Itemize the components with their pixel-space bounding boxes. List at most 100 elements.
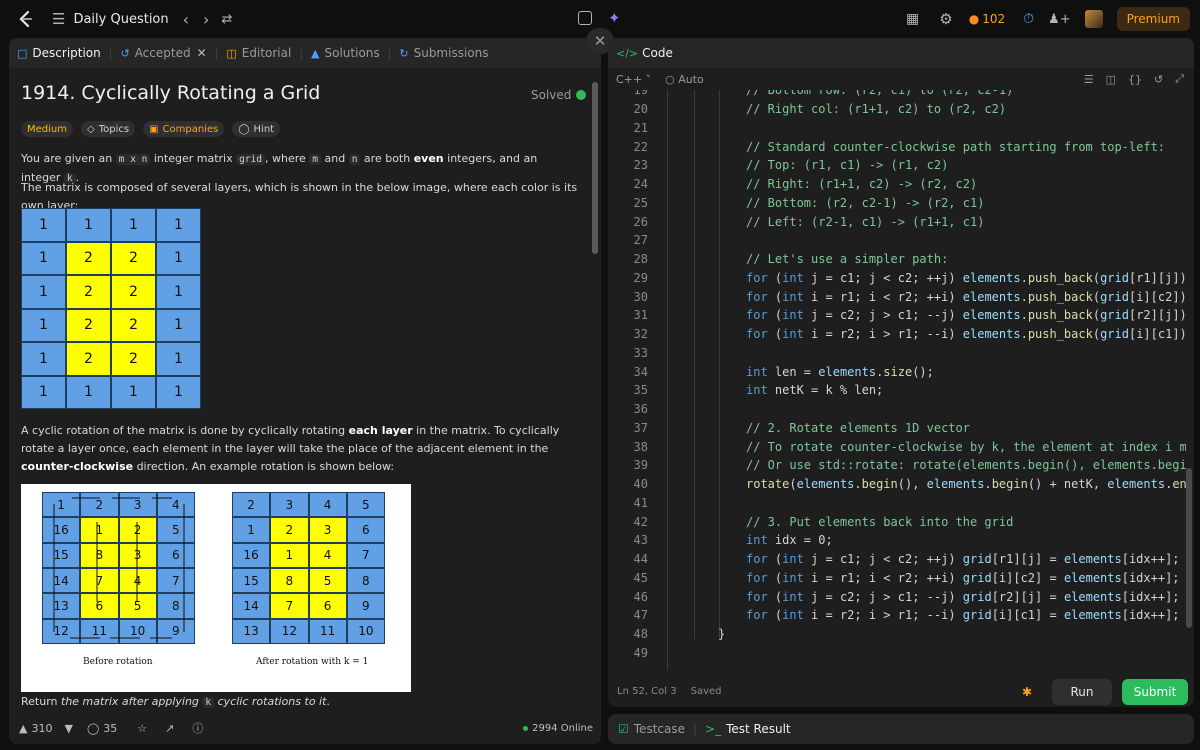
- tab-editorial[interactable]: ◫ Editorial: [218, 38, 299, 68]
- format-icon[interactable]: ☰: [1084, 73, 1094, 86]
- timer-icon[interactable]: ⏱: [1023, 11, 1034, 27]
- star-icon[interactable]: ☆: [137, 722, 147, 735]
- tab-solutions[interactable]: ▲ Solutions: [303, 38, 388, 68]
- bookmark-icon[interactable]: ◫: [1106, 73, 1116, 86]
- solved-status: Solved: [531, 88, 587, 102]
- reset-icon[interactable]: ↺: [1154, 73, 1163, 86]
- code-text: for (int j = c1; j < c2; ++j) grid[r1][j…: [746, 552, 1180, 567]
- code-line: 46 for (int j = c2; j > c1; --j) grid[r2]…: [608, 587, 1186, 606]
- italic-text: cyclic rotations to it: [214, 695, 327, 708]
- comments-count[interactable]: 35: [103, 722, 117, 735]
- chevron-right-icon[interactable]: ›: [203, 10, 209, 29]
- daily-question-label[interactable]: Daily Question: [73, 12, 168, 27]
- run-button[interactable]: Run: [1052, 678, 1112, 705]
- share-icon[interactable]: ↗: [165, 722, 174, 735]
- code-text: int netK = k % len;: [746, 383, 884, 398]
- line-number: 28: [633, 252, 648, 267]
- editor-scrollbar[interactable]: [1186, 468, 1192, 628]
- after-rotation-grid: 2 3 4 5 1 2 3 6 16 1 4 7 15 8 5 8 14 7 6 9 13 12 11 10: [232, 492, 385, 644]
- shuffle-icon[interactable]: ⇄: [221, 12, 232, 27]
- line-number: 19: [633, 90, 648, 98]
- code-line: 49: [608, 644, 1186, 663]
- code-line: 21: [608, 119, 1186, 138]
- grid-cell: 1: [21, 375, 66, 409]
- grid-cell: 1: [21, 208, 66, 242]
- comment-icon[interactable]: ◯: [87, 722, 99, 735]
- tab-test-result[interactable]: Test Result: [726, 722, 791, 736]
- grid-cell: 2: [66, 308, 111, 342]
- code-text: for (int j = c1; j < c2; ++j) elements.p…: [746, 270, 1186, 285]
- grid-cell: 8: [346, 568, 385, 594]
- code-line: 36: [608, 400, 1186, 419]
- code-line: 34 int len = elements.size();: [608, 362, 1186, 381]
- grid-cell: 1: [156, 342, 201, 376]
- description-footer: ▲ 310 ▼ ◯ 35 ☆ ↗ ⓘ 2994 Online: [9, 716, 601, 740]
- tab-testcase[interactable]: Testcase: [634, 722, 685, 736]
- tab-description[interactable]: □ Description: [9, 38, 109, 68]
- lock-icon: ○: [665, 72, 675, 86]
- line-number: 30: [633, 289, 648, 304]
- add-friend-icon[interactable]: ♟+: [1048, 12, 1071, 27]
- companies-chip[interactable]: ▣ Companies: [143, 121, 225, 137]
- ai-sparkle-icon[interactable]: ✦: [608, 9, 621, 27]
- line-number: 26: [633, 214, 648, 229]
- code-line: 40 rotate(elements.begin(), elements.begi…: [608, 475, 1186, 494]
- thumbs-up-icon[interactable]: ▲: [19, 722, 27, 735]
- tab-submissions[interactable]: ↻ Submissions: [391, 38, 496, 68]
- code-line: 31 for (int j = c2; j > c1; --j) elements…: [608, 306, 1186, 325]
- leetcode-logo-icon[interactable]: [16, 9, 36, 29]
- line-number: 36: [633, 402, 648, 417]
- expand-icon[interactable]: ⤢: [1175, 72, 1184, 86]
- premium-button[interactable]: Premium: [1116, 7, 1190, 31]
- grid-cell: 1: [232, 517, 271, 543]
- code-line: 33: [608, 344, 1186, 363]
- auto-mode[interactable]: ○ Auto: [665, 73, 704, 86]
- grid-cell: 4: [308, 542, 347, 568]
- tab-accepted[interactable]: ↺ Accepted ✕: [112, 38, 214, 68]
- help-icon[interactable]: ⓘ: [192, 720, 203, 736]
- code-line: 48}: [608, 625, 1186, 644]
- line-number: 33: [633, 345, 648, 360]
- description-scrollbar[interactable]: [592, 82, 598, 254]
- streak-count[interactable]: 102: [982, 12, 1005, 26]
- code-line: 47 for (int i = r2; i > r1; --i) grid[i][…: [608, 606, 1186, 625]
- notes-icon[interactable]: [578, 11, 592, 25]
- likes-count[interactable]: 310: [31, 722, 52, 735]
- avatar[interactable]: [1084, 10, 1103, 28]
- code-title: Code: [642, 46, 673, 60]
- code-line: 20 // Right col: (r1+1, c2) to (r2, c2): [608, 100, 1186, 119]
- thumbs-down-icon[interactable]: ▼: [64, 722, 72, 735]
- code-editor[interactable]: 19 // Bottom row: (r2, c1) to (r2, c2-1) 2…: [608, 90, 1186, 670]
- close-icon[interactable]: ✕: [197, 46, 207, 60]
- gear-icon[interactable]: ⚙: [939, 10, 952, 28]
- grid-cell: 2: [270, 517, 309, 543]
- chevron-left-icon[interactable]: ‹: [183, 10, 189, 29]
- code-text: rotate(elements.begin(), elements.begin(…: [746, 477, 1186, 492]
- layout-icon[interactable]: ▦: [906, 11, 919, 27]
- grid-cell: 11: [308, 618, 347, 644]
- problem-list-icon[interactable]: ☰: [52, 10, 65, 28]
- hint-chip[interactable]: ◯ Hint: [232, 121, 281, 137]
- grid-cell: 1: [111, 375, 156, 409]
- tab-code[interactable]: </> Code: [608, 38, 681, 68]
- braces-icon[interactable]: {}: [1128, 73, 1142, 86]
- topics-chip[interactable]: ◇ Topics: [81, 121, 136, 137]
- grid-cell: 12: [270, 618, 309, 644]
- grid-cell: 8: [270, 568, 309, 594]
- console-panel: ☑ Testcase | >_ Test Result: [608, 714, 1194, 744]
- submit-button[interactable]: Submit: [1122, 678, 1188, 705]
- language-label: C++: [616, 72, 643, 86]
- tag-row: Medium ◇ Topics ▣ Companies ◯ Hint: [21, 121, 288, 137]
- code-line: 24 // Right: (r1+1, c2) -> (r2, c2): [608, 175, 1186, 194]
- debug-icon[interactable]: ✱: [1022, 685, 1032, 699]
- line-number: 47: [633, 608, 648, 623]
- grid-cell: 7: [346, 542, 385, 568]
- grid-cell: 3: [270, 492, 309, 518]
- streak-fire-icon[interactable]: ●: [969, 12, 979, 26]
- inline-code: grid: [236, 154, 265, 165]
- language-select[interactable]: C++ ˅: [616, 73, 651, 86]
- text: Return: [21, 695, 61, 708]
- text: , where: [264, 152, 310, 165]
- rotation-example-image: 1 2 3 4 16 1 2 5 15 8 3 6 14 7 4 7 13 6 5 8 12 11 10 9 23451236…: [21, 484, 411, 692]
- tab-accepted-label: Accepted: [134, 46, 191, 60]
